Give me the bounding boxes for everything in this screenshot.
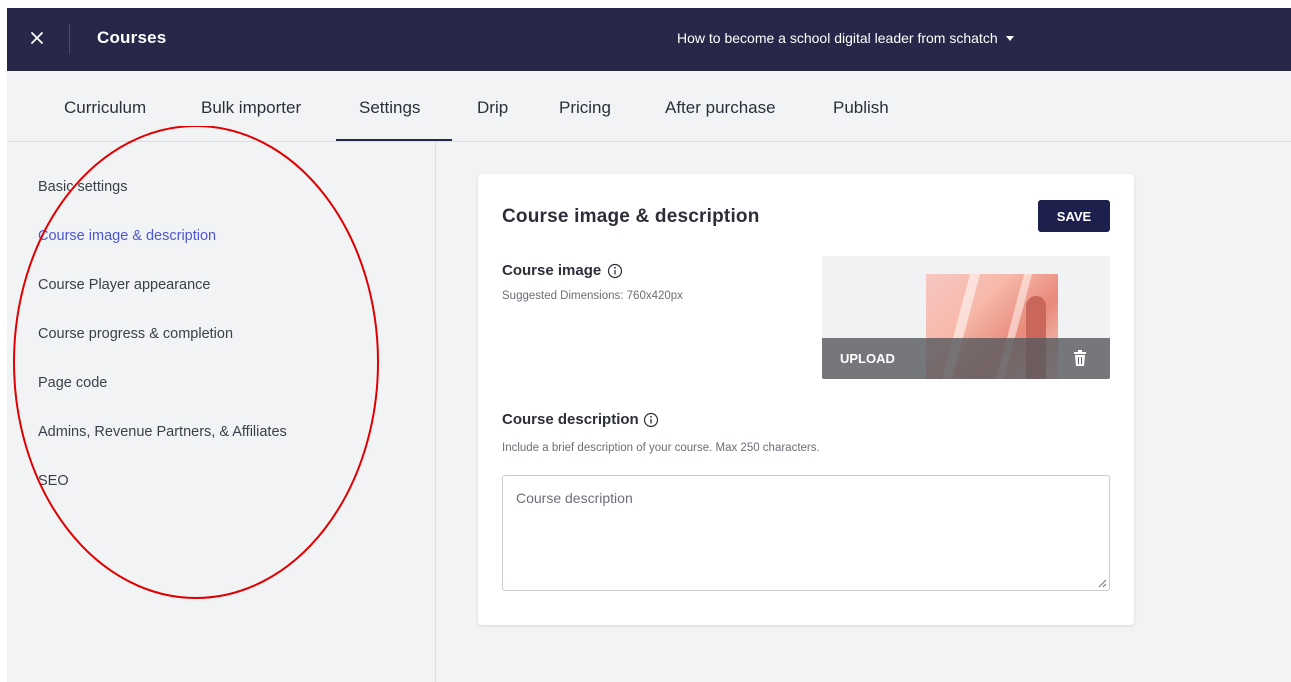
tab-after-purchase[interactable]: After purchase: [665, 98, 776, 118]
tab-drip[interactable]: Drip: [477, 98, 508, 118]
trash-icon[interactable]: [1072, 349, 1088, 367]
close-icon[interactable]: [25, 26, 49, 50]
divider: [69, 24, 70, 54]
course-image-preview[interactable]: UPLOAD: [822, 256, 1110, 379]
sidebar-item-admins-revenue-affiliates[interactable]: Admins, Revenue Partners, & Affiliates: [38, 424, 287, 440]
card-title: Course image & description: [502, 206, 760, 227]
course-image-label-row: Course image: [502, 262, 623, 279]
tab-publish[interactable]: Publish: [833, 98, 889, 118]
sidebar-item-basic-settings[interactable]: Basic settings: [38, 179, 127, 195]
top-bar: Courses How to become a school digital l…: [7, 8, 1291, 71]
sidebar-item-page-code[interactable]: Page code: [38, 375, 107, 391]
course-image-label: Course image: [502, 262, 602, 279]
save-button[interactable]: SAVE: [1038, 200, 1110, 232]
course-selector-label: How to become a school digital leader fr…: [677, 30, 998, 46]
info-icon[interactable]: [607, 263, 623, 279]
tab-curriculum[interactable]: Curriculum: [64, 98, 146, 118]
app-title: Courses: [97, 28, 167, 47]
resize-handle-icon[interactable]: [1098, 579, 1107, 588]
settings-sidebar: Basic settings Course image & descriptio…: [7, 142, 436, 682]
course-description-input[interactable]: [502, 475, 1110, 591]
course-description-label-row: Course description: [502, 411, 659, 428]
sidebar-item-course-progress-completion[interactable]: Course progress & completion: [38, 326, 233, 342]
tab-bulk-importer[interactable]: Bulk importer: [201, 98, 301, 118]
upload-button[interactable]: UPLOAD: [840, 351, 895, 366]
sidebar-item-seo[interactable]: SEO: [38, 473, 69, 489]
course-image-helper: Suggested Dimensions: 760x420px: [502, 290, 683, 302]
tab-bar: Curriculum Bulk importer Settings Drip P…: [7, 71, 1291, 142]
active-tab-indicator: [336, 139, 452, 141]
tab-pricing[interactable]: Pricing: [559, 98, 611, 118]
caret-down-icon: [1005, 35, 1014, 41]
app-frame: Courses How to become a school digital l…: [7, 8, 1291, 682]
course-description-helper: Include a brief description of your cour…: [502, 442, 820, 454]
sidebar-item-course-image-description[interactable]: Course image & description: [38, 228, 216, 244]
course-description-label: Course description: [502, 411, 639, 428]
course-selector[interactable]: How to become a school digital leader fr…: [677, 30, 1014, 46]
course-image-description-card: Course image & description SAVE Course i…: [478, 174, 1134, 625]
sidebar-item-course-player-appearance[interactable]: Course Player appearance: [38, 277, 211, 293]
tab-settings[interactable]: Settings: [359, 98, 420, 118]
upload-bar: UPLOAD: [822, 338, 1110, 379]
info-icon[interactable]: [643, 412, 659, 428]
